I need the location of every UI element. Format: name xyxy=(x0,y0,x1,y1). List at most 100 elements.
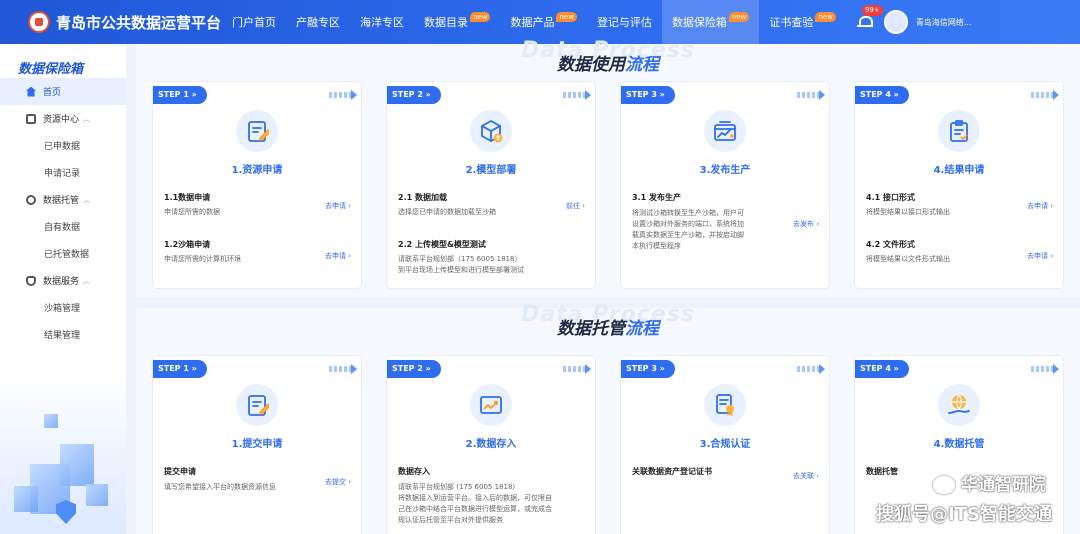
card-title: 2.数据存入 xyxy=(465,439,517,450)
new-badge: new xyxy=(728,12,750,22)
card-title: 2.模型部署 xyxy=(465,165,517,176)
step-badge: STEP 1 » xyxy=(153,86,207,104)
sidebar-title: 数据保险箱 xyxy=(18,62,84,77)
sidebar-item-label: 数据服务 xyxy=(43,277,80,287)
notification-count: 99+ xyxy=(861,5,883,16)
item-description: 申请您所需的数据 xyxy=(164,208,220,216)
sidebar-item-label: 结果管理 xyxy=(44,331,81,341)
sidebar-item-7[interactable]: 数据服务 ︿ xyxy=(0,267,126,294)
header-actions: 99+ 青岛海信网络... xyxy=(856,5,972,34)
section-header: Data Process 数据使用流程 xyxy=(136,38,1080,80)
sidebar-item-9[interactable]: 结果管理 xyxy=(0,321,126,348)
step-badge: STEP 4 » xyxy=(855,360,909,378)
arrows-icon xyxy=(329,90,357,100)
nav-label: 数据目录 xyxy=(424,16,468,29)
item-description: 请联系平台规划部（175 6005 1818） 到平台现场上传模型和进行模型部署… xyxy=(398,255,524,274)
arrows-icon xyxy=(797,364,825,374)
checklist-icon xyxy=(938,110,980,152)
platform-title: 青岛市公共数据运营平台 xyxy=(56,13,222,32)
chevron-up-icon[interactable]: ︿ xyxy=(83,195,90,205)
section-title: 数据使用流程 xyxy=(557,55,659,75)
sidebar: 数据保险箱 首页 资源中心 ︿ 已申数据 申请记录 数据托管 ︿ 自有数据 已托管数据 数据服务 ︿… xyxy=(0,44,126,534)
item-description: 选择您已申请的数据加载至沙箱 xyxy=(398,208,496,216)
item-title: 提交申请 xyxy=(164,467,196,476)
edit-doc-icon xyxy=(236,110,278,152)
arrows-icon xyxy=(329,364,357,374)
step-badge: STEP 3 » xyxy=(621,360,675,378)
user-name[interactable]: 青岛海信网络... xyxy=(916,17,972,28)
sidebar-item-0[interactable]: 首页 xyxy=(0,78,126,105)
step-badge: STEP 4 » xyxy=(855,86,909,104)
globe-hand-icon xyxy=(938,384,980,426)
pie-chart-icon xyxy=(26,194,36,205)
item-action-link[interactable]: 去申请 › xyxy=(325,251,351,261)
item-title: 2.2 上传模型&模型测试 xyxy=(398,240,486,249)
sidebar-item-4[interactable]: 数据托管 ︿ xyxy=(0,186,126,213)
bell-icon[interactable]: 99+ xyxy=(856,5,883,31)
arrows-icon xyxy=(1031,364,1059,374)
avatar[interactable] xyxy=(883,10,908,34)
item-description: 填写您希望接入平台的数据资源信息 xyxy=(164,483,276,491)
item-action-link[interactable]: 去提交 › xyxy=(325,477,351,487)
watermark-line2: 搜狐号@ITS智能交通 xyxy=(876,504,1052,525)
card-title: 1.提交申请 xyxy=(231,439,283,450)
hosting-step-card-3: STEP 3 » 3.合规认证关联数据资产登记证书 去关联 › xyxy=(621,356,829,534)
nav-label: 数据产品 xyxy=(510,16,555,29)
sidebar-item-label: 已申数据 xyxy=(44,142,81,152)
chevron-up-icon[interactable]: ︿ xyxy=(83,276,90,286)
item-title: 1.2沙箱申请 xyxy=(164,240,211,249)
item-action-link[interactable]: 前往 › xyxy=(566,201,585,211)
step-badge: STEP 1 » xyxy=(153,360,207,378)
shield-icon xyxy=(56,500,76,524)
arrows-icon xyxy=(563,364,591,374)
item-action-link[interactable]: 去发布 › xyxy=(793,219,819,229)
section-header: Data Process 数据托管流程 xyxy=(136,302,1080,344)
usage-step-card-1: STEP 1 » 1.资源申请 1.1数据申请 申请您所需的数据 去申请 › 1.2沙箱… xyxy=(153,82,361,288)
item-title: 数据托管 xyxy=(866,467,898,476)
wechat-icon xyxy=(933,476,955,494)
card-title: 4.数据托管 xyxy=(933,439,985,450)
edit-doc-icon xyxy=(236,384,278,426)
item-title: 4.2 文件形式 xyxy=(866,240,915,249)
sidebar-item-2[interactable]: 已申数据 xyxy=(0,132,126,159)
emblem-icon xyxy=(28,11,50,33)
sidebar-item-3[interactable]: 申请记录 xyxy=(0,159,126,186)
arrows-icon xyxy=(1031,90,1059,100)
sidebar-item-label: 已托管数据 xyxy=(44,250,90,260)
sidebar-item-label: 首页 xyxy=(43,88,62,98)
sidebar-item-6[interactable]: 已托管数据 xyxy=(0,240,126,267)
sidebar-illustration xyxy=(0,374,126,534)
publish-chart-icon xyxy=(704,110,746,152)
card-title: 4.结果申请 xyxy=(933,165,985,176)
sidebar-item-8[interactable]: 沙箱管理 xyxy=(0,294,126,321)
chevron-up-icon[interactable]: ︿ xyxy=(83,114,90,124)
service-icon xyxy=(26,275,36,286)
cube-upload-icon xyxy=(470,110,512,152)
sidebar-item-label: 申请记录 xyxy=(44,169,81,179)
nav-label: 数据保险箱 xyxy=(671,16,727,29)
sidebar-item-1[interactable]: 资源中心 ︿ xyxy=(0,105,126,132)
certificate-icon xyxy=(704,384,746,426)
item-title: 2.1 数据加载 xyxy=(398,193,447,202)
nav-label: 证书查验 xyxy=(769,16,814,29)
item-description: 将模型结果以接口形式输出 xyxy=(866,208,950,216)
item-action-link[interactable]: 去申请 › xyxy=(1027,251,1053,261)
item-description: 将测试沙箱转换至生产沙箱，用户可 设置沙箱对外服务的端口，系统将加 载真实数据至… xyxy=(632,209,744,250)
item-action-link[interactable]: 去关联 › xyxy=(793,471,819,481)
item-title: 关联数据资产登记证书 xyxy=(632,467,712,476)
item-title: 数据存入 xyxy=(398,467,430,476)
item-action-link[interactable]: 去申请 › xyxy=(1027,201,1053,211)
item-title: 1.1数据申请 xyxy=(164,193,211,202)
usage-step-card-3: STEP 3 » 3.发布生产 3.1 发布生产 将测试沙箱转换至生产沙箱，用户可 … xyxy=(621,82,829,288)
item-title: 3.1 发布生产 xyxy=(632,193,681,202)
sidebar-item-label: 资源中心 xyxy=(43,115,80,125)
sidebar-item-5[interactable]: 自有数据 xyxy=(0,213,126,240)
nav-label: 门户首页 xyxy=(232,16,276,29)
usage-step-card-4: STEP 4 » 4.结果申请 4.1 接口形式 将模型结果以接口形式输出 去申请 ›… xyxy=(855,82,1063,288)
card-title: 1.资源申请 xyxy=(231,165,283,176)
new-badge: new xyxy=(470,12,491,22)
item-description: 申请您所需的计算机环境 xyxy=(164,255,241,263)
new-badge: new xyxy=(556,12,577,22)
item-action-link[interactable]: 去申请 › xyxy=(325,201,351,211)
card-title: 3.合规认证 xyxy=(699,439,751,450)
